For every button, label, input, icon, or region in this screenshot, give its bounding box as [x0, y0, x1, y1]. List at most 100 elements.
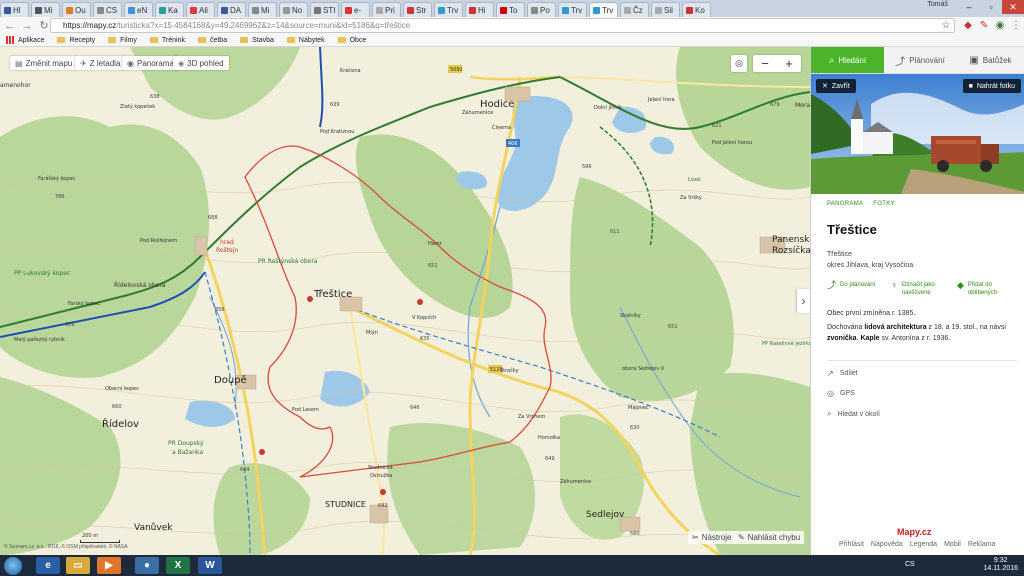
3d-view-button[interactable]: ◈ 3D pohled — [173, 56, 229, 70]
town-label[interactable]: Vanůvek — [134, 522, 173, 533]
close-window-icon[interactable]: ✕ — [1002, 0, 1024, 14]
town-label[interactable]: Řídelov — [102, 417, 139, 430]
menu-icon[interactable]: ⋮ — [1010, 19, 1022, 31]
place-label[interactable]: Za Vrchem — [518, 414, 545, 420]
tab-backpack[interactable]: ▣ Batůžek — [956, 47, 1024, 73]
browser-tab[interactable]: eN — [124, 2, 153, 17]
aerial-button[interactable]: ✈ Z letadla — [75, 56, 126, 70]
bookmark-item[interactable]: Nábytek — [286, 37, 325, 44]
place-label[interactable]: Záhumenice — [560, 478, 591, 485]
browser-tab[interactable]: Pri — [372, 2, 401, 17]
media-player-icon[interactable]: ▶ — [97, 557, 121, 574]
place-label[interactable]: Pod Roštejnem — [140, 237, 177, 244]
zoom-out-button[interactable]: − — [753, 56, 777, 71]
add-photo-button[interactable]: ■ Nahrát fotku — [962, 79, 1021, 93]
report-error-button[interactable]: ✎ Nahlásit chybu — [734, 531, 805, 544]
zoom-in-button[interactable]: + — [777, 56, 801, 71]
town-label[interactable]: STUDNICE — [325, 500, 366, 509]
ie-icon[interactable]: e — [36, 557, 60, 574]
place-label[interactable]: obora Sedlejov II — [622, 366, 664, 372]
town-label[interactable]: Rozsíčka — [772, 245, 810, 256]
help-link[interactable]: Nápověda — [871, 541, 903, 548]
place-label[interactable]: Cinema — [492, 125, 511, 131]
advert-link[interactable]: Reklama — [968, 541, 996, 548]
browser-tab[interactable]: Ka — [155, 2, 184, 17]
browser-tab[interactable]: To — [496, 2, 525, 17]
tab-planning[interactable]: ⤴ Plánování — [884, 47, 956, 73]
place-label[interactable]: Pod Kratiznou — [320, 129, 354, 135]
bookmark-item[interactable]: Filmy — [108, 37, 137, 44]
change-map-button[interactable]: ▤ Změnit mapu — [10, 56, 78, 70]
share-link[interactable]: ↗ Sdílet — [827, 369, 858, 378]
browser-tab[interactable]: Mi — [31, 2, 60, 17]
minimize-icon[interactable]: – — [958, 0, 980, 14]
town-label[interactable]: Třeštice — [313, 288, 352, 300]
place-label[interactable]: Roštejn — [216, 247, 238, 254]
town-label[interactable]: amenohor — [0, 82, 31, 89]
explorer-icon[interactable]: ▭ — [66, 557, 90, 574]
extension-icon[interactable]: ✎ — [978, 19, 990, 31]
place-label[interactable]: Dolní jílmík — [594, 104, 622, 111]
place-label[interactable]: Ostružka — [370, 472, 392, 479]
bookmark-star-icon[interactable]: ☆ — [940, 19, 952, 31]
town-label[interactable]: Morav — [795, 102, 810, 109]
place-label[interactable]: Hamr — [428, 241, 443, 247]
clock[interactable]: 9:32 14.11.2016 — [983, 557, 1018, 573]
browser-tab[interactable]: Hi — [465, 2, 494, 17]
tools-button[interactable]: ✂ Nástroje — [688, 531, 736, 544]
browser-tab[interactable]: Ali — [186, 2, 215, 17]
login-link[interactable]: Přihlásit — [839, 541, 864, 548]
place-label[interactable]: Studnická — [368, 464, 393, 471]
browser-tab[interactable]: Str — [403, 2, 432, 17]
place-label[interactable]: Kratizna — [340, 68, 361, 74]
browser-tab[interactable]: Trv — [558, 2, 587, 17]
town-label[interactable]: Doupě — [214, 374, 247, 386]
browser-tab[interactable]: Sil — [651, 2, 680, 17]
bookmark-item[interactable]: Aplikace — [6, 36, 44, 44]
add-to-plan-button[interactable]: ⤴ Do plánování — [827, 281, 887, 290]
close-photo-button[interactable]: ✕ Zavřít — [816, 79, 856, 93]
browser-tab[interactable]: Trv — [589, 2, 618, 17]
forward-icon[interactable]: → — [20, 19, 34, 33]
place-label[interactable]: Mlýn — [366, 329, 378, 336]
mark-visited-button[interactable]: ♀ Označit jako navštívené — [891, 281, 951, 297]
place-label[interactable]: PP Rašelinné jezírko Rosička — [762, 340, 810, 347]
photos-tab[interactable]: FOTKY — [873, 201, 895, 207]
chrome-icon[interactable]: ● — [135, 557, 159, 574]
bookmark-item[interactable]: Trénink — [149, 37, 185, 44]
browser-tab[interactable]: STI — [310, 2, 339, 17]
excel-icon[interactable]: X — [166, 557, 190, 574]
map-canvas[interactable]: Hodice Třeštice Doupě Řídelov Vanůvek STUDNIC… — [0, 47, 810, 555]
browser-tab[interactable]: Hl — [0, 2, 29, 17]
extension-icon[interactable]: ◆ — [962, 19, 974, 31]
browser-tab[interactable]: Po — [527, 2, 556, 17]
place-label[interactable]: Jelení hora — [647, 96, 675, 103]
tab-search[interactable]: ⌕ Hledání — [811, 47, 884, 73]
mapy-logo[interactable]: Mapy.cz — [897, 527, 931, 537]
browser-tab[interactable]: Trv — [434, 2, 463, 17]
gps-link[interactable]: ◎ GPS — [827, 389, 855, 398]
browser-tab[interactable]: Ko — [682, 2, 711, 17]
place-label[interactable]: Malý pařezitý rybník — [14, 336, 65, 343]
user-badge[interactable]: Tomáš — [927, 1, 948, 8]
place-label[interactable]: Stročky — [500, 367, 519, 374]
address-bar[interactable]: https://mapy.cz/turisticka?x=15.4584168&… — [50, 18, 955, 33]
place-label[interactable]: Farský kopec — [68, 300, 100, 307]
back-icon[interactable]: ← — [3, 19, 17, 33]
bookmark-item[interactable]: Recepty — [57, 37, 95, 44]
legend-link[interactable]: Legenda — [910, 541, 937, 548]
place-photo[interactable]: ✕ Zavřít ■ Nahrát fotku — [811, 74, 1024, 194]
place-label[interactable]: PR Doupský — [168, 440, 204, 447]
place-label[interactable]: Pod Lesem — [292, 407, 319, 413]
add-favorite-button[interactable]: ◆ Přidat do oblíbených — [957, 281, 1019, 297]
place-label[interactable]: Záhumenice — [462, 109, 493, 116]
maximize-icon[interactable]: ▫ — [980, 0, 1002, 14]
browser-tab[interactable]: Mi — [248, 2, 277, 17]
browser-tab[interactable]: Čz — [620, 2, 649, 17]
place-label[interactable]: Řídelovská obora — [114, 281, 166, 289]
place-label[interactable]: Za Vršky — [680, 194, 702, 201]
place-label[interactable]: hrad — [220, 239, 234, 246]
browser-tab[interactable]: No — [279, 2, 308, 17]
browser-tab[interactable]: CS — [93, 2, 122, 17]
extension-icon[interactable]: ◉ — [994, 19, 1006, 31]
